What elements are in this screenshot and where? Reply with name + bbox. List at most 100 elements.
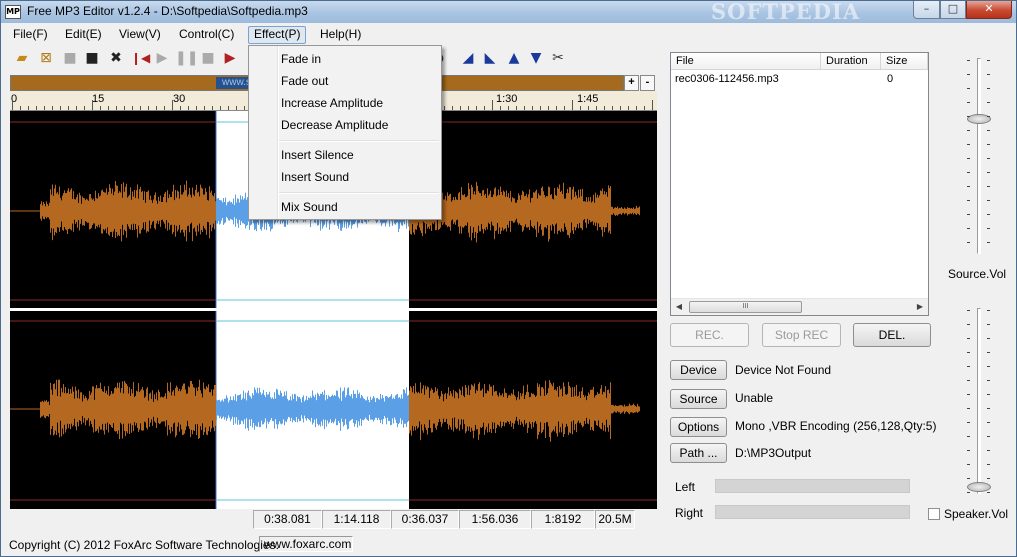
path-button[interactable]: Path ...	[670, 443, 727, 463]
triangle-down-icon[interactable]: ▼	[527, 49, 545, 67]
device-button[interactable]: Device	[670, 360, 727, 380]
ruler-tick	[636, 106, 637, 110]
ruler-label: 1:45	[577, 93, 599, 105]
slider-track	[977, 58, 981, 254]
menu-item-fade-in[interactable]: Fade in	[281, 49, 321, 69]
ruler-tick	[612, 106, 613, 110]
column-size[interactable]: Size	[881, 53, 928, 70]
minimize-button[interactable]: –	[913, 1, 940, 19]
play-icon[interactable]: ▶	[153, 49, 171, 67]
ruler-tick	[228, 106, 229, 110]
ruler-tick	[28, 106, 29, 110]
website-link[interactable]: www.foxarc.com	[259, 536, 353, 552]
delete-button[interactable]: DEL.	[853, 323, 931, 347]
slider-tick	[987, 310, 990, 311]
scroll-thumb[interactable]: III	[689, 301, 802, 313]
options-button[interactable]: Options	[670, 417, 727, 437]
slider-tick	[967, 422, 970, 423]
zoom-out-button[interactable]: -	[640, 75, 655, 91]
ruler-tick	[164, 106, 165, 110]
skip-to-start-icon[interactable]: ❙◀	[131, 49, 150, 67]
slider-tick	[967, 352, 970, 353]
slider-tick	[967, 324, 970, 325]
total-time: 1:56.036	[459, 510, 531, 529]
menu-view[interactable]: View(V)	[113, 26, 167, 44]
ruler-tick	[476, 106, 477, 110]
menu-item-insert-silence[interactable]: Insert Silence	[281, 145, 354, 165]
ruler-tick	[172, 100, 173, 110]
column-duration[interactable]: Duration	[821, 53, 881, 70]
stop-icon[interactable]: ■	[199, 49, 217, 67]
slider-tick	[967, 310, 970, 311]
menu-control[interactable]: Control(C)	[173, 26, 240, 44]
menu-item-fade-out[interactable]: Fade out	[281, 71, 328, 91]
menu-item-insert-sound[interactable]: Insert Sound	[281, 167, 349, 187]
ruler-tick	[100, 106, 101, 110]
ruler-label: 1:30	[496, 93, 518, 105]
window-title: Free MP3 Editor v1.2.4 - D:\Softpedia\So…	[27, 4, 308, 18]
split-icon[interactable]: ✂	[549, 49, 567, 67]
scroll-right-icon[interactable]: ▶	[914, 301, 926, 313]
menu-item-decrease-amplitude[interactable]: Decrease Amplitude	[281, 115, 388, 135]
menu-edit[interactable]: Edit(E)	[59, 26, 108, 44]
slider-tick	[967, 338, 970, 339]
close-button[interactable]: ✕	[966, 1, 1012, 19]
slider-tick	[967, 228, 970, 229]
play-selection-icon[interactable]: ▶	[221, 49, 239, 67]
slider-tick	[967, 394, 970, 395]
menu-help[interactable]: Help(H)	[314, 26, 367, 44]
ruler-tick	[148, 106, 149, 110]
ruler-tick	[604, 106, 605, 110]
triangle-up-icon[interactable]: ▲	[505, 49, 523, 67]
zoom-in-button[interactable]: +	[624, 75, 639, 91]
triangle-left-icon[interactable]: ◢	[459, 49, 477, 67]
ruler-tick	[580, 106, 581, 110]
slider-tick	[967, 408, 970, 409]
title-bar[interactable]: MP Free MP3 Editor v1.2.4 - D:\Softpedia…	[1, 1, 1016, 24]
menu-effect[interactable]: Effect(P)	[248, 26, 307, 44]
ruler-tick	[36, 106, 37, 110]
new-file-icon[interactable]: ⊠	[37, 49, 55, 67]
save-as-icon[interactable]: ■	[83, 49, 101, 67]
source-button[interactable]: Source	[670, 389, 727, 409]
ruler-tick	[652, 100, 653, 110]
output-path: D:\MP3Output	[735, 446, 812, 460]
pause-icon[interactable]: ❚❚	[175, 49, 198, 67]
options-value: Mono ,VBR Encoding (256,128,Qty:5)	[735, 419, 937, 433]
slider-tick	[967, 186, 970, 187]
slider-tick	[987, 130, 990, 131]
delete-icon[interactable]: ✖	[107, 49, 125, 67]
slider-tick	[967, 130, 970, 131]
slider-tick	[967, 366, 970, 367]
menu-item-increase-amplitude[interactable]: Increase Amplitude	[281, 93, 383, 113]
source-volume-slider[interactable]	[963, 56, 993, 256]
slider-tick	[987, 408, 990, 409]
stop-rec-button[interactable]: Stop REC	[762, 323, 841, 347]
ruler-tick	[84, 106, 85, 110]
menu-bar: File(F) Edit(E) View(V) Control(C) Effec…	[1, 23, 1016, 45]
open-folder-icon[interactable]: ▰	[13, 49, 31, 67]
ruler-tick	[532, 106, 533, 110]
scroll-left-icon[interactable]: ◀	[673, 301, 685, 313]
file-row-name[interactable]: rec0306-112456.mp3	[675, 73, 779, 85]
column-file[interactable]: File	[671, 53, 821, 70]
speaker-volume-slider[interactable]	[963, 306, 993, 496]
menu-item-mix-sound[interactable]: Mix Sound	[281, 197, 338, 217]
slider-tick	[967, 464, 970, 465]
slider-tick	[987, 214, 990, 215]
right-meter-label: Right	[675, 506, 704, 520]
slider-tick	[967, 74, 970, 75]
status-bar: Copyright (C) 2012 FoxArc Software Techn…	[1, 535, 1016, 556]
slider-tick	[987, 352, 990, 353]
rec-button[interactable]: REC.	[670, 323, 749, 347]
file-list[interactable]: File Duration Size rec0306-112456.mp3 0 …	[670, 52, 929, 316]
app-icon[interactable]: MP	[5, 5, 21, 19]
slider-thumb[interactable]	[967, 482, 991, 492]
speaker-volume-checkbox[interactable]	[928, 508, 940, 520]
triangle-right-icon[interactable]: ◣	[481, 49, 499, 67]
maximize-button[interactable]: □	[940, 1, 966, 19]
menu-file[interactable]: File(F)	[7, 26, 54, 44]
save-icon[interactable]: ■	[61, 49, 79, 67]
ruler-tick	[12, 100, 13, 110]
horizontal-scrollbar[interactable]: ◀ III ▶	[671, 298, 928, 315]
